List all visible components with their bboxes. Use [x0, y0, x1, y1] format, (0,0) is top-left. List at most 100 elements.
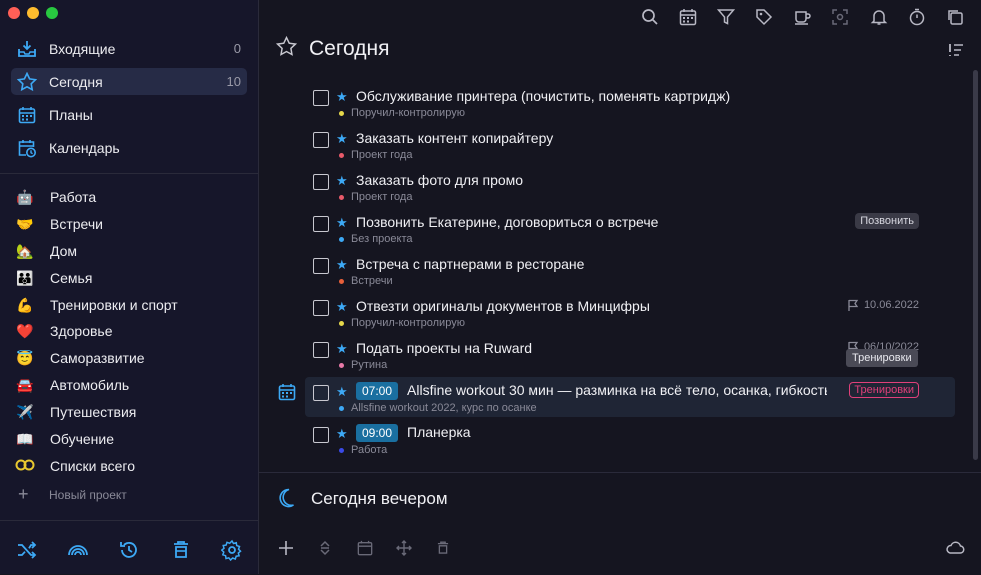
- project-item[interactable]: 😇 Саморазвитие: [15, 347, 245, 369]
- task-project: Работа: [339, 444, 387, 456]
- star-icon[interactable]: ★: [336, 215, 348, 231]
- star-icon[interactable]: ★: [336, 173, 348, 189]
- task-time: 09:00: [356, 424, 399, 442]
- page-title: Сегодня: [309, 37, 390, 60]
- cloud-icon[interactable]: [945, 540, 965, 556]
- close-window-button[interactable]: [8, 7, 20, 19]
- task-title: Отвезти оригиналы документов в Минцифры: [356, 298, 650, 314]
- task-checkbox[interactable]: [313, 342, 329, 358]
- task-row[interactable]: ★ Отвезти оригиналы документов в Минцифр…: [305, 292, 955, 332]
- star-icon[interactable]: ★: [336, 89, 348, 105]
- nav-calendar[interactable]: Календарь: [11, 134, 247, 161]
- move-icon[interactable]: [317, 540, 333, 556]
- coffee-icon[interactable]: [793, 8, 811, 26]
- new-project-button[interactable]: + Новый проект: [18, 484, 127, 505]
- project-item[interactable]: 📖 Обучение: [15, 428, 245, 450]
- task-tag[interactable]: Позвонить: [855, 213, 919, 229]
- inbox-icon: [17, 39, 37, 59]
- calendar-icon[interactable]: [679, 8, 697, 26]
- task-checkbox[interactable]: [313, 300, 329, 316]
- calendar-grid-icon: [17, 105, 37, 125]
- task-tag[interactable]: Тренировки: [849, 382, 919, 398]
- shuffle-icon[interactable]: [16, 539, 38, 561]
- star-icon[interactable]: ★: [336, 384, 348, 400]
- bell-icon[interactable]: [870, 8, 888, 26]
- nav-inbox[interactable]: Входящие 0: [11, 35, 247, 62]
- project-item[interactable]: ✈️ Путешествия: [15, 401, 245, 423]
- plus-icon[interactable]: [278, 540, 294, 556]
- trash-icon[interactable]: [170, 539, 192, 561]
- project-dot: [339, 362, 344, 368]
- nav-today[interactable]: Сегодня 10: [11, 68, 247, 95]
- task-row[interactable]: ★ Встреча с партнерами в ресторане Встре…: [305, 250, 955, 290]
- task-title: Подать проекты на Ruward: [356, 340, 533, 356]
- project-label: Списки всего: [50, 458, 135, 474]
- project-dot: [339, 320, 344, 326]
- rainbow-icon[interactable]: [67, 539, 89, 561]
- project-item[interactable]: 🤖 Работа: [15, 186, 245, 208]
- task-row-selected[interactable]: ★ 07:00 Allsfine workout 30 мин — разминк…: [305, 377, 955, 417]
- task-project-label: Встречи: [351, 275, 393, 287]
- task-row[interactable]: ★ Заказать фото для промо Проект года: [305, 166, 955, 206]
- task-row[interactable]: ★ Позвонить Екатерине, договориться о вс…: [305, 208, 955, 248]
- sort-icon[interactable]: [948, 42, 964, 63]
- filter-icon[interactable]: [716, 8, 736, 26]
- copy-icon[interactable]: [946, 8, 964, 26]
- muscle-icon: 💪: [16, 296, 34, 313]
- project-item[interactable]: 🏡 Дом: [15, 240, 245, 262]
- task-project-label: Allsfine workout 2022, курс по осанке: [351, 402, 537, 414]
- nav-plans-label: Планы: [49, 106, 93, 123]
- project-dot: [339, 110, 344, 116]
- project-item[interactable]: 💪 Тренировки и спорт: [15, 294, 245, 316]
- star-icon[interactable]: ★: [336, 257, 348, 273]
- book-icon: 📖: [16, 430, 34, 447]
- project-item[interactable]: Списки всего: [15, 455, 245, 477]
- star-icon[interactable]: ★: [336, 341, 348, 357]
- scrollbar[interactable]: [973, 70, 978, 460]
- trash-icon[interactable]: [435, 540, 451, 556]
- task-checkbox[interactable]: [313, 216, 329, 232]
- task-row[interactable]: ★ Заказать контент копирайтеру Проект го…: [305, 124, 955, 164]
- task-checkbox[interactable]: [313, 385, 329, 401]
- calendar-icon[interactable]: [357, 540, 373, 556]
- plus-icon: +: [18, 484, 29, 504]
- airplane-icon: ✈️: [16, 403, 34, 420]
- tag-icon[interactable]: [755, 8, 773, 26]
- sidebar: Входящие 0 Сегодня 10 Планы Календарь 🤖 Р…: [0, 0, 259, 574]
- star-icon[interactable]: ★: [336, 299, 348, 315]
- project-item[interactable]: 🤝 Встречи: [15, 213, 245, 235]
- halo-face-icon: 😇: [16, 349, 34, 366]
- project-label: Дом: [50, 243, 78, 259]
- star-icon[interactable]: ★: [336, 131, 348, 147]
- project-label: Путешествия: [50, 404, 137, 420]
- nav-calendar-label: Календарь: [49, 139, 120, 156]
- gear-icon[interactable]: [220, 539, 243, 562]
- task-project-label: Проект года: [351, 149, 413, 161]
- history-icon[interactable]: [118, 539, 140, 561]
- nav-plans[interactable]: Планы: [11, 101, 247, 128]
- task-title: Обслуживание принтера (почистить, поменя…: [356, 88, 731, 104]
- project-label: Семья: [50, 270, 93, 286]
- focus-icon[interactable]: [831, 8, 849, 26]
- arrows-icon[interactable]: [396, 540, 412, 556]
- project-item[interactable]: 👪 Семья: [15, 267, 245, 289]
- task-checkbox[interactable]: [313, 174, 329, 190]
- task-project-label: Поручил-контролирую: [351, 107, 465, 119]
- search-icon[interactable]: [641, 8, 659, 26]
- task-project-label: Поручил-контролирую: [351, 317, 465, 329]
- timer-icon[interactable]: [908, 8, 926, 26]
- task-checkbox[interactable]: [313, 258, 329, 274]
- project-label: Саморазвитие: [50, 350, 145, 366]
- task-checkbox[interactable]: [313, 132, 329, 148]
- star-icon[interactable]: ★: [336, 426, 348, 442]
- project-item[interactable]: 🚘 Автомобиль: [15, 374, 245, 396]
- task-row[interactable]: ★ Обслуживание принтера (почистить, поме…: [305, 82, 955, 122]
- zoom-window-button[interactable]: [46, 7, 58, 19]
- minimize-window-button[interactable]: [27, 7, 39, 19]
- task-row[interactable]: ★ 09:00 Планерка Работа: [305, 419, 955, 459]
- task-title: Allsfine workout 30 мин — разминка на вс…: [407, 382, 827, 398]
- task-checkbox[interactable]: [313, 90, 329, 106]
- task-checkbox[interactable]: [313, 427, 329, 443]
- project-item[interactable]: ❤️ Здоровье: [15, 320, 245, 342]
- task-deadline-date: 10.06.2022: [863, 299, 919, 311]
